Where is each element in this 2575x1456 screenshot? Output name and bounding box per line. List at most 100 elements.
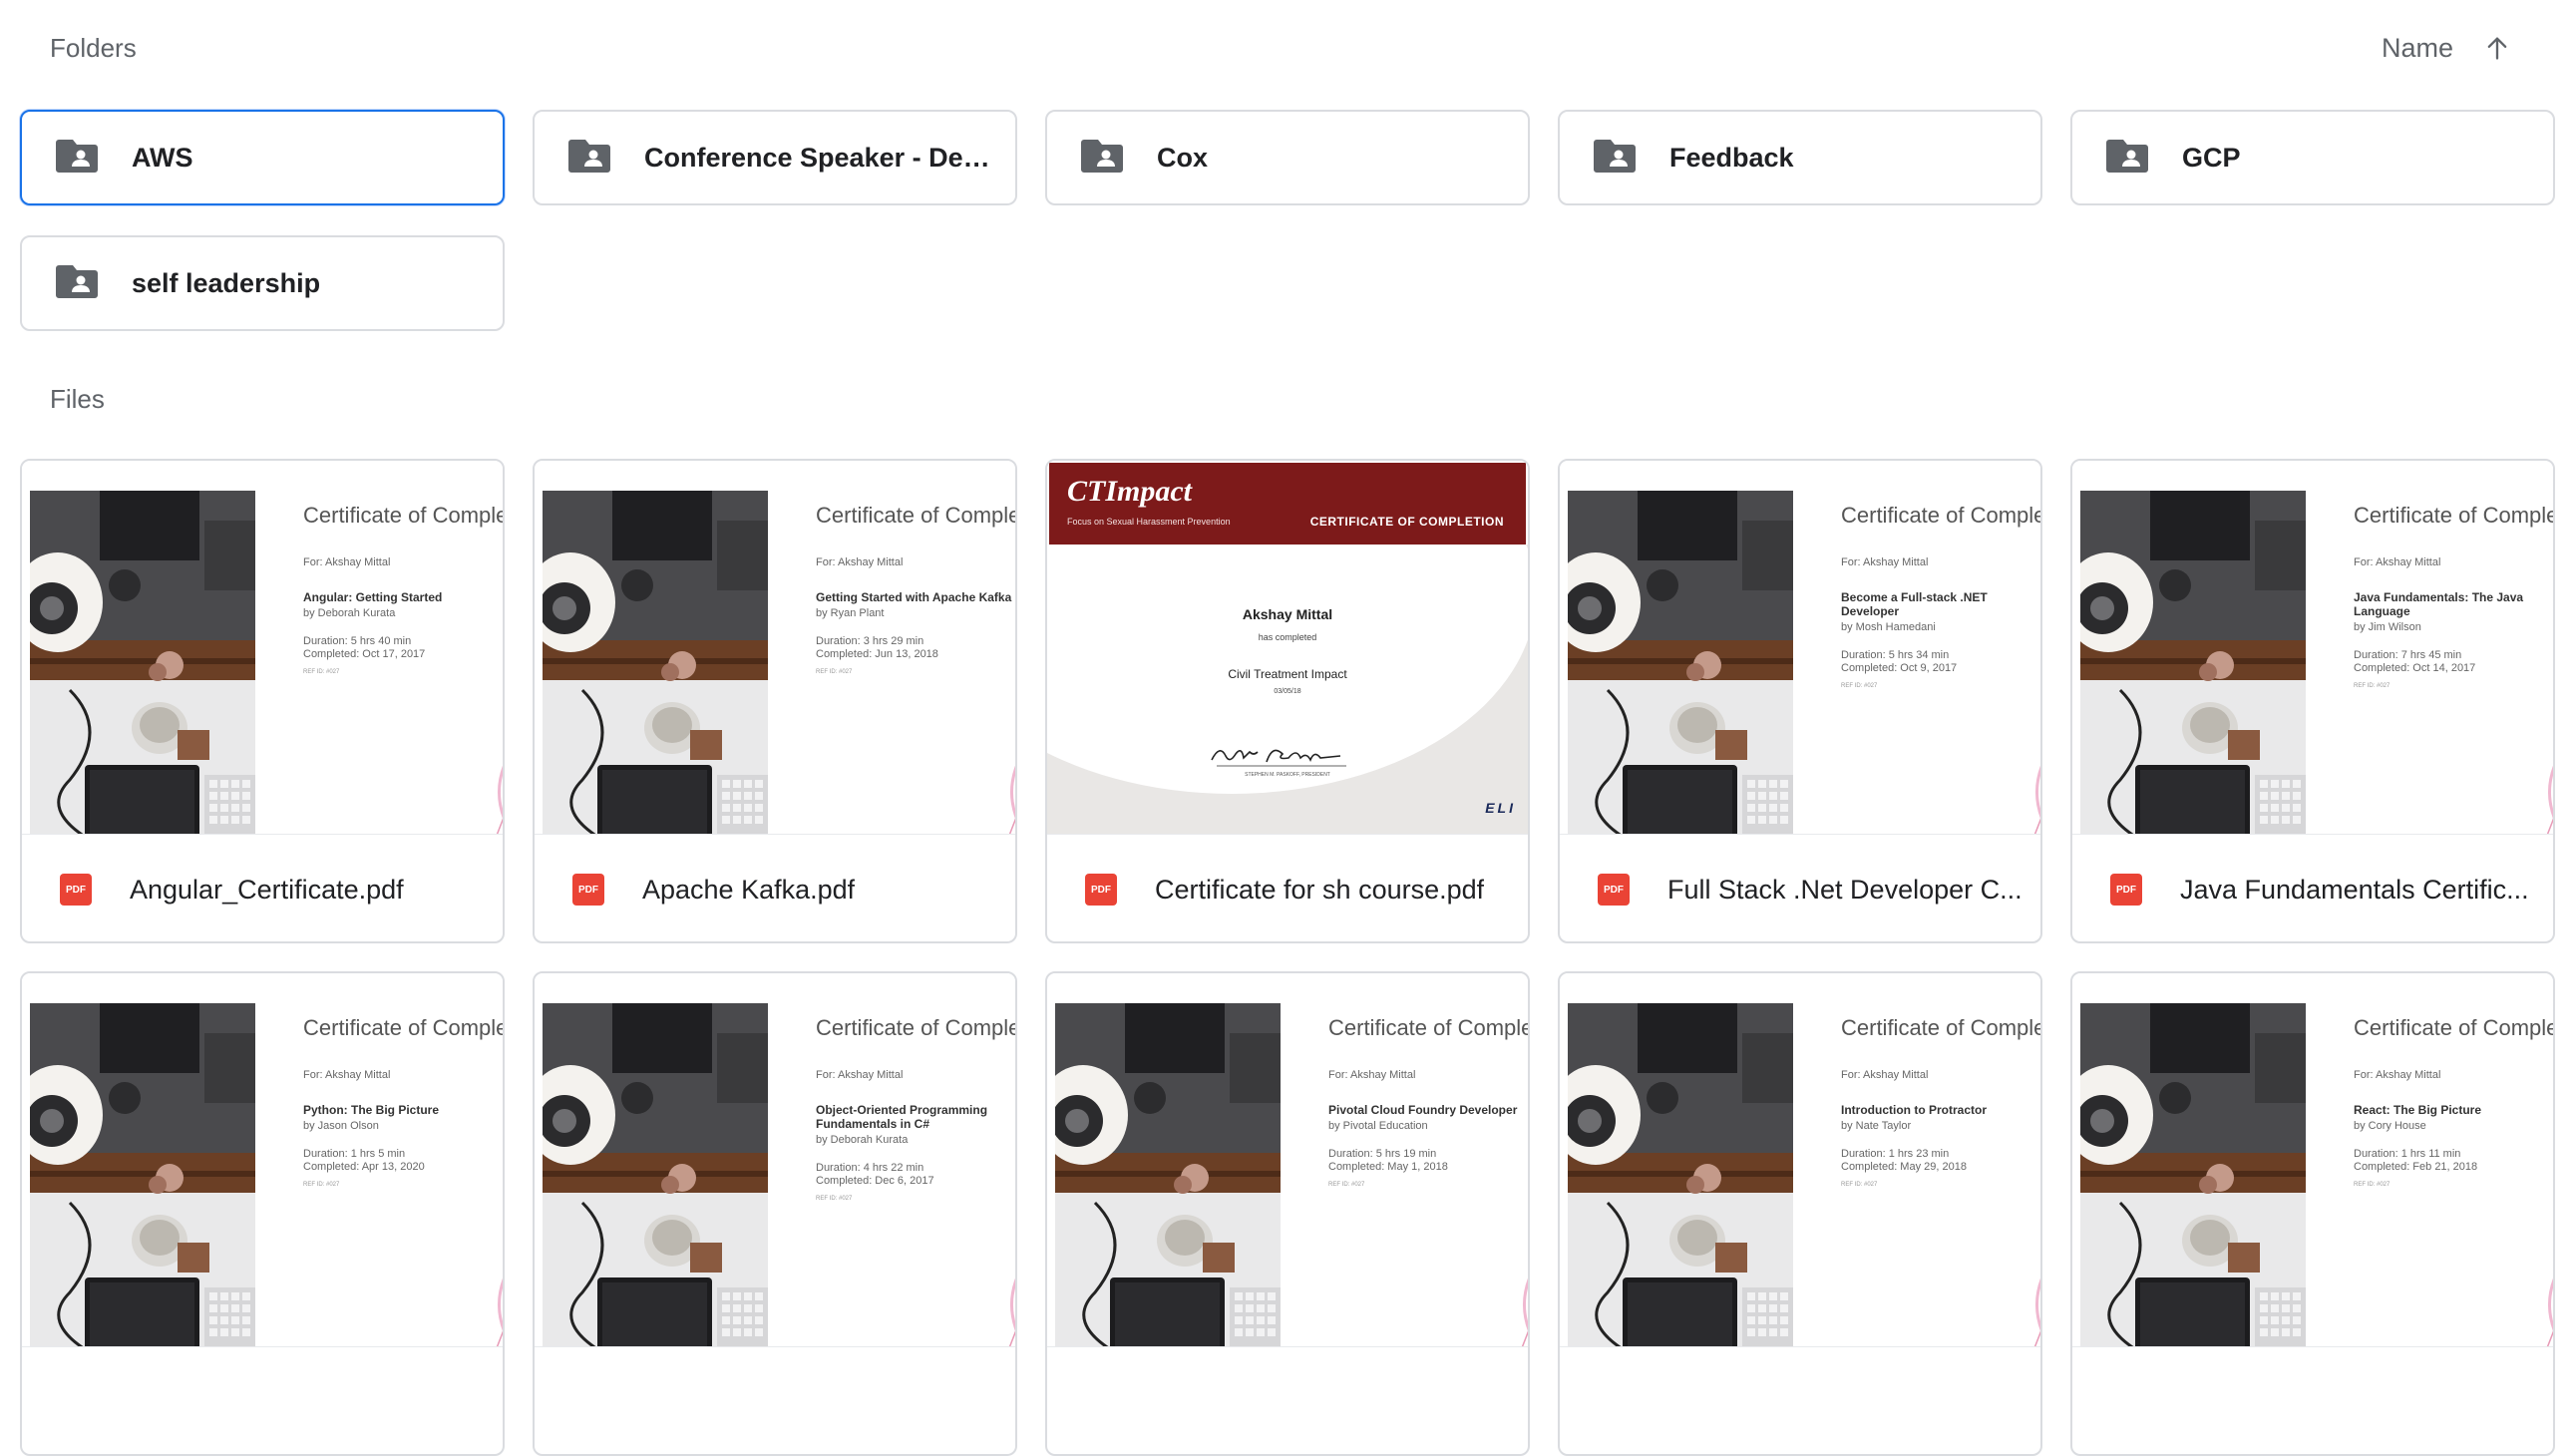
folder-name: self leadership [132, 267, 321, 298]
file-thumbnail: Certificate of Completion For: Akshay Mit… [1047, 973, 1528, 1347]
certificate-ref: REF ID: #027 [1841, 1182, 1878, 1188]
shared-folder-icon [2106, 138, 2148, 179]
certificate-title: Certificate of Completion [1841, 1015, 2040, 1040]
certificate-duration-block: Duration: 1 hrs 23 min Completed: May 29,… [1841, 1148, 2040, 1174]
file-card[interactable]: Certificate of Completion For: Akshay Mit… [533, 971, 1017, 1456]
shared-folder-icon [56, 138, 98, 179]
file-card[interactable]: Certificate of Completion For: Akshay Mit… [1045, 971, 1530, 1456]
certificate-recipient: For: Akshay Mittal [303, 556, 391, 568]
certificate-course: Object-Oriented Programming Fundamentals… [816, 1103, 988, 1131]
certificate-course: Become a Full-stack .NET Developer [1841, 590, 1988, 618]
desk-photo-image [543, 491, 768, 834]
file-card[interactable]: Certificate of Completion For: Akshay Mit… [1558, 459, 2042, 943]
folder-card[interactable]: Conference Speaker - Devel... [533, 110, 1017, 205]
shared-folder-icon [56, 263, 98, 304]
folder-card[interactable]: AWS [20, 110, 505, 205]
certificate-text: Certificate of Completion For: Akshay Mit… [2354, 1015, 2553, 1188]
certificate-completed: Completed: May 1, 2018 [1328, 1161, 1448, 1173]
certificate-duration-block: Duration: 7 hrs 45 min Completed: Oct 14,… [2354, 649, 2553, 675]
ct-has-completed: has completed [1258, 632, 1317, 642]
shared-folder-icon [1081, 138, 1123, 179]
folder-card[interactable]: Feedback [1558, 110, 2042, 205]
desk-photo-image [2080, 491, 2306, 834]
ct-signer: STEPHEN M. PASKOFF, PRESIDENT [1245, 772, 1330, 778]
folder-card[interactable]: GCP [2070, 110, 2555, 205]
certificate-duration-block: Duration: 3 hrs 29 min Completed: Jun 13,… [816, 635, 1015, 661]
file-card[interactable]: CTImpact Focus on Sexual Harassment Preve… [1045, 459, 1530, 943]
shared-folder-icon [1594, 138, 1636, 179]
certificate-recipient: For: Akshay Mittal [303, 1069, 391, 1081]
folder-card[interactable]: Cox [1045, 110, 1530, 205]
sort-name-button[interactable]: Name [2382, 33, 2453, 64]
ct-recipient: Akshay Mittal [1242, 606, 1333, 622]
certificate-course: React: The Big Picture [2354, 1103, 2482, 1117]
certificate-recipient: For: Akshay Mittal [1328, 1069, 1416, 1081]
certificate-text: Certificate of Completion For: Akshay Mit… [1328, 1015, 1528, 1188]
certificate-title: Certificate of Completion [2354, 1015, 2553, 1040]
certificate-recipient: For: Akshay Mittal [1841, 556, 1929, 568]
pdf-icon: PDF [2110, 874, 2142, 906]
file-card[interactable]: Certificate of Completion For: Akshay Mit… [1558, 971, 2042, 1456]
folder-name: Feedback [1669, 142, 1794, 173]
file-card[interactable]: Certificate of Completion For: Akshay Mit… [20, 971, 505, 1456]
certificate-title: Certificate of Completion [303, 503, 503, 528]
file-footer: PDF Angular_Certificate.pdf [22, 834, 503, 941]
sort-direction-button[interactable] [2477, 28, 2517, 68]
shared-folder-icon [568, 138, 610, 179]
decorative-swoosh [2541, 760, 2553, 834]
certificate-duration-block: Duration: 5 hrs 34 min Completed: Oct 9, … [1841, 649, 2040, 675]
eli-logo: ELI [1485, 800, 1516, 816]
desk-photo-image [30, 1003, 255, 1346]
certificate-recipient: For: Akshay Mittal [2354, 556, 2441, 568]
ct-certificate-header: CTImpact Focus on Sexual Harassment Preve… [1049, 463, 1526, 545]
file-thumbnail: Certificate of Completion For: Akshay Mit… [2072, 973, 2553, 1347]
certificate-course: Pivotal Cloud Foundry Developer [1328, 1103, 1518, 1117]
certificate-ref: REF ID: #027 [1841, 683, 1878, 689]
certificate-ref: REF ID: #027 [816, 669, 853, 675]
certificate-ref: REF ID: #027 [303, 1182, 340, 1188]
folder-grid: AWS Conference Speaker - Devel... Cox Feedb… [20, 110, 2556, 331]
file-card[interactable]: Certificate of Completion For: Akshay Mit… [2070, 971, 2555, 1456]
certificate-title: Certificate of Completion [1328, 1015, 1528, 1040]
signature-image [1207, 742, 1356, 768]
folder-name: Conference Speaker - Devel... [644, 142, 1003, 173]
desk-photo-image [1568, 1003, 1793, 1346]
certificate-ref: REF ID: #027 [2354, 1182, 2391, 1188]
file-thumbnail: Certificate of Completion For: Akshay Mit… [22, 973, 503, 1347]
file-name: Apache Kafka.pdf [642, 874, 856, 905]
certificate-completed: Completed: Jun 13, 2018 [816, 648, 938, 660]
ct-subtitle: Focus on Sexual Harassment Prevention [1067, 517, 1231, 527]
file-card[interactable]: Certificate of Completion For: Akshay Mit… [20, 459, 505, 943]
certificate-duration: Duration: 7 hrs 45 min [2354, 649, 2462, 661]
desk-photo-image [30, 491, 255, 834]
pdf-icon: PDF [60, 874, 92, 906]
certificate-author: by Ryan Plant [816, 607, 885, 619]
certificate-text: Certificate of Completion For: Akshay Mit… [303, 1015, 503, 1188]
file-card[interactable]: Certificate of Completion For: Akshay Mit… [533, 459, 1017, 943]
pdf-icon: PDF [572, 874, 604, 906]
certificate-text: Certificate of Completion For: Akshay Mit… [2354, 503, 2553, 689]
certificate-title: Certificate of Completion [1841, 503, 2040, 528]
certificate-completed: Completed: Oct 17, 2017 [303, 648, 426, 660]
file-name: Angular_Certificate.pdf [130, 874, 404, 905]
certificate-course: Java Fundamentals: The Java Language [2354, 590, 2524, 618]
file-thumbnail: Certificate of Completion For: Akshay Mit… [22, 461, 503, 835]
certificate-text: Certificate of Completion For: Akshay Mit… [1841, 503, 2040, 689]
decorative-swoosh [2028, 1273, 2040, 1346]
sort-control: Name [2382, 28, 2517, 68]
file-card[interactable]: Certificate of Completion For: Akshay Mit… [2070, 459, 2555, 943]
folder-name: Cox [1157, 142, 1209, 173]
certificate-ref: REF ID: #027 [2354, 683, 2391, 689]
folder-card[interactable]: self leadership [20, 235, 505, 331]
certificate-completed: Completed: May 29, 2018 [1841, 1161, 1967, 1173]
certificate-duration-block: Duration: 5 hrs 19 min Completed: May 1, … [1328, 1148, 1528, 1174]
certificate-ref: REF ID: #027 [816, 1196, 853, 1202]
decorative-swoosh [2541, 1273, 2553, 1346]
certificate-duration: Duration: 5 hrs 34 min [1841, 649, 1950, 661]
arrow-up-icon [2487, 37, 2507, 60]
certificate-completed: Completed: Oct 14, 2017 [2354, 662, 2476, 674]
certificate-course: Angular: Getting Started [303, 590, 443, 604]
desk-photo-image [2080, 1003, 2306, 1346]
desk-photo-image [1055, 1003, 1281, 1346]
ct-logo: CTImpact [1067, 475, 1192, 508]
